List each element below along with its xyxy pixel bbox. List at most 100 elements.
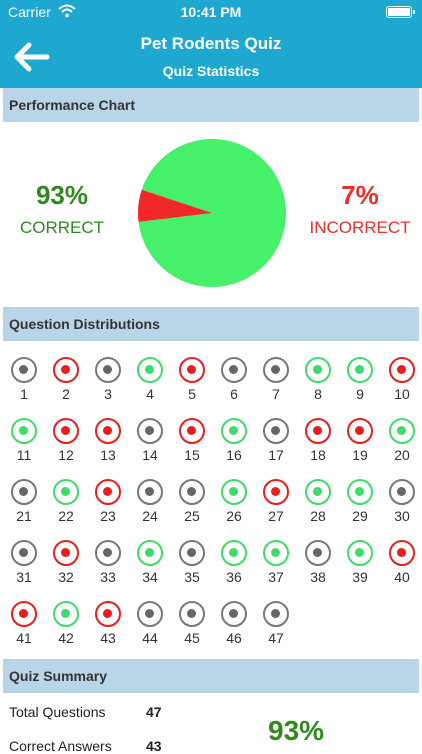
question-item[interactable]: 31 — [4, 535, 44, 593]
question-number: 36 — [226, 569, 242, 585]
question-number: 13 — [100, 447, 116, 463]
question-item[interactable]: 45 — [172, 596, 212, 654]
question-number: 19 — [352, 447, 368, 463]
question-status-icon — [263, 357, 289, 383]
question-item[interactable]: 35 — [172, 535, 212, 593]
question-status-icon — [347, 418, 373, 444]
question-number: 6 — [230, 386, 238, 402]
question-number: 43 — [100, 630, 116, 646]
question-item[interactable]: 40 — [382, 535, 422, 593]
incorrect-label: INCORRECT — [309, 218, 411, 237]
page-subtitle: Quiz Statistics — [162, 63, 260, 79]
question-item[interactable]: 4 — [130, 352, 170, 410]
question-number: 11 — [16, 447, 32, 463]
question-item[interactable]: 20 — [382, 413, 422, 471]
question-status-icon — [95, 357, 121, 383]
question-item[interactable]: 42 — [46, 596, 86, 654]
question-item[interactable]: 5 — [172, 352, 212, 410]
summary-label-total: Total Questions — [9, 704, 106, 720]
question-item[interactable]: 46 — [214, 596, 254, 654]
question-number: 30 — [394, 508, 410, 524]
question-item[interactable]: 29 — [340, 474, 380, 532]
question-item[interactable]: 47 — [256, 596, 296, 654]
status-bar: Carrier 10:41 PM — [0, 0, 422, 26]
question-item[interactable]: 25 — [172, 474, 212, 532]
question-status-icon — [347, 479, 373, 505]
question-item[interactable]: 30 — [382, 474, 422, 532]
question-status-icon — [221, 357, 247, 383]
question-number: 12 — [58, 447, 74, 463]
question-item[interactable]: 3 — [88, 352, 128, 410]
question-number: 31 — [16, 569, 32, 585]
question-number: 38 — [310, 569, 326, 585]
question-item[interactable]: 41 — [4, 596, 44, 654]
question-item[interactable]: 44 — [130, 596, 170, 654]
question-number: 33 — [100, 569, 116, 585]
question-item[interactable]: 14 — [130, 413, 170, 471]
question-number: 23 — [100, 508, 116, 524]
question-item[interactable]: 21 — [4, 474, 44, 532]
question-number: 21 — [16, 508, 32, 524]
question-item[interactable]: 10 — [382, 352, 422, 410]
question-item[interactable]: 26 — [214, 474, 254, 532]
question-status-icon — [263, 601, 289, 627]
question-status-icon — [305, 418, 331, 444]
question-number: 2 — [62, 386, 70, 402]
question-item[interactable]: 17 — [256, 413, 296, 471]
question-item[interactable]: 7 — [256, 352, 296, 410]
question-status-icon — [11, 479, 37, 505]
performance-header: Performance Chart — [3, 88, 419, 122]
question-item[interactable]: 27 — [256, 474, 296, 532]
question-item[interactable]: 16 — [214, 413, 254, 471]
question-status-icon — [137, 601, 163, 627]
question-item[interactable]: 28 — [298, 474, 338, 532]
question-item[interactable]: 34 — [130, 535, 170, 593]
summary-score-percent: 93% — [268, 715, 325, 746]
question-number: 37 — [268, 569, 284, 585]
question-status-icon — [95, 540, 121, 566]
question-status-icon — [347, 357, 373, 383]
question-status-icon — [221, 540, 247, 566]
question-number: 1 — [20, 386, 28, 402]
question-item[interactable]: 32 — [46, 535, 86, 593]
question-status-icon — [53, 479, 79, 505]
nav-header: Pet Rodents Quiz Quiz Statistics — [0, 26, 422, 88]
question-item[interactable]: 37 — [256, 535, 296, 593]
question-item[interactable]: 6 — [214, 352, 254, 410]
question-number: 3 — [104, 386, 112, 402]
question-item[interactable]: 15 — [172, 413, 212, 471]
question-status-icon — [95, 479, 121, 505]
question-item[interactable]: 8 — [298, 352, 338, 410]
question-number: 9 — [356, 386, 364, 402]
clock: 10:41 PM — [180, 4, 242, 20]
question-status-icon — [305, 540, 331, 566]
question-status-icon — [263, 540, 289, 566]
question-item[interactable]: 33 — [88, 535, 128, 593]
question-number: 20 — [394, 447, 410, 463]
question-status-icon — [389, 418, 415, 444]
question-item[interactable]: 23 — [88, 474, 128, 532]
question-item[interactable]: 18 — [298, 413, 338, 471]
question-status-icon — [53, 601, 79, 627]
question-item[interactable]: 13 — [88, 413, 128, 471]
question-item[interactable]: 2 — [46, 352, 86, 410]
question-item[interactable]: 43 — [88, 596, 128, 654]
question-status-icon — [53, 357, 79, 383]
question-status-icon — [389, 357, 415, 383]
question-item[interactable]: 11 — [4, 413, 44, 471]
summary-header: Quiz Summary — [3, 659, 419, 693]
question-status-icon — [347, 540, 373, 566]
question-item[interactable]: 12 — [46, 413, 86, 471]
question-item[interactable]: 19 — [340, 413, 380, 471]
question-status-icon — [221, 479, 247, 505]
question-item[interactable]: 22 — [46, 474, 86, 532]
question-item[interactable]: 38 — [298, 535, 338, 593]
question-number: 42 — [58, 630, 74, 646]
question-status-icon — [179, 479, 205, 505]
question-item[interactable]: 39 — [340, 535, 380, 593]
question-item[interactable]: 1 — [4, 352, 44, 410]
distribution-header: Question Distributions — [3, 307, 419, 341]
question-item[interactable]: 24 — [130, 474, 170, 532]
question-item[interactable]: 36 — [214, 535, 254, 593]
question-item[interactable]: 9 — [340, 352, 380, 410]
